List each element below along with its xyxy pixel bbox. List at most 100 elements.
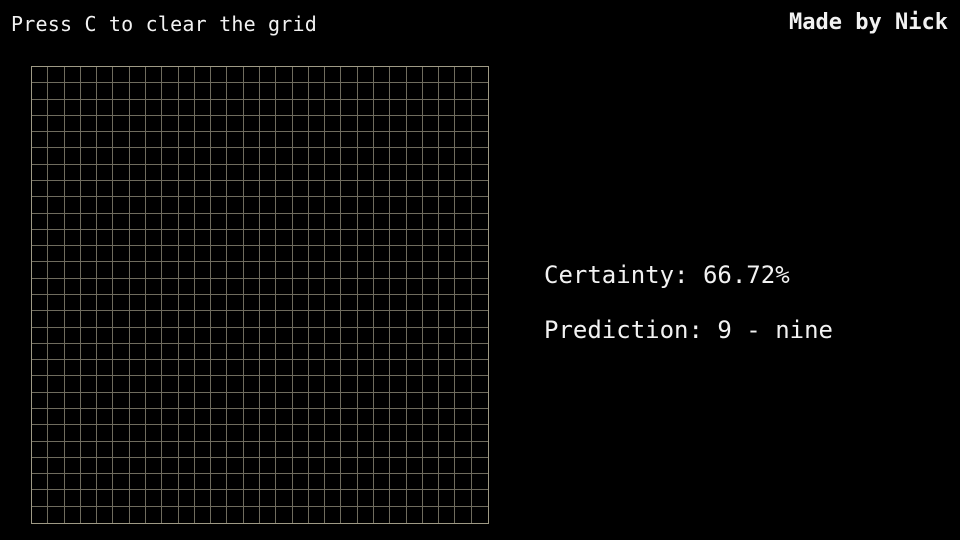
grid-cell[interactable] xyxy=(32,115,49,133)
grid-cell[interactable] xyxy=(178,278,195,295)
grid-cell[interactable] xyxy=(455,83,472,100)
grid-cell[interactable] xyxy=(455,409,472,426)
grid-cell[interactable] xyxy=(32,506,49,523)
grid-cell[interactable] xyxy=(211,311,228,328)
grid-cell[interactable] xyxy=(80,99,98,116)
grid-cell[interactable] xyxy=(471,164,488,181)
grid-cell[interactable] xyxy=(48,262,65,279)
grid-cell[interactable] xyxy=(292,506,309,523)
grid-cell[interactable] xyxy=(390,229,407,247)
grid-cell[interactable] xyxy=(374,164,391,181)
grid-cell[interactable] xyxy=(146,474,163,491)
grid-cell[interactable] xyxy=(325,181,342,198)
grid-cell[interactable] xyxy=(129,474,146,491)
grid-cell[interactable] xyxy=(32,311,49,328)
grid-cell[interactable] xyxy=(211,148,228,165)
grid-cell[interactable] xyxy=(455,148,472,165)
grid-cell[interactable] xyxy=(471,474,488,491)
grid-cell[interactable] xyxy=(64,441,81,458)
grid-cell[interactable] xyxy=(80,441,98,458)
grid-cell[interactable] xyxy=(292,392,309,409)
grid-cell[interactable] xyxy=(374,197,391,214)
grid-cell[interactable] xyxy=(194,392,212,409)
grid-cell[interactable] xyxy=(439,392,456,409)
grid-cell[interactable] xyxy=(455,246,472,263)
grid-cell[interactable] xyxy=(227,181,244,198)
grid-cell[interactable] xyxy=(276,213,293,230)
grid-cell[interactable] xyxy=(162,181,179,198)
grid-cell[interactable] xyxy=(357,164,374,181)
grid-cell[interactable] xyxy=(211,213,228,230)
grid-cell[interactable] xyxy=(194,132,212,149)
grid-cell[interactable] xyxy=(276,67,293,84)
grid-cell[interactable] xyxy=(325,343,342,361)
grid-cell[interactable] xyxy=(178,457,195,475)
grid-cell[interactable] xyxy=(439,148,456,165)
grid-cell[interactable] xyxy=(422,490,440,507)
grid-cell[interactable] xyxy=(97,229,114,247)
grid-cell[interactable] xyxy=(455,164,472,181)
grid-cell[interactable] xyxy=(48,506,65,523)
grid-cell[interactable] xyxy=(243,474,260,491)
grid-cell[interactable] xyxy=(178,262,195,279)
grid-cell[interactable] xyxy=(243,99,260,116)
grid-cell[interactable] xyxy=(276,262,293,279)
grid-cell[interactable] xyxy=(64,311,81,328)
grid-cell[interactable] xyxy=(455,67,472,84)
grid-cell[interactable] xyxy=(325,392,342,409)
grid-cell[interactable] xyxy=(32,213,49,230)
grid-cell[interactable] xyxy=(308,213,326,230)
grid-cell[interactable] xyxy=(308,457,326,475)
grid-cell[interactable] xyxy=(113,360,130,377)
grid-cell[interactable] xyxy=(243,343,260,361)
grid-cell[interactable] xyxy=(390,311,407,328)
grid-cell[interactable] xyxy=(48,441,65,458)
grid-cell[interactable] xyxy=(357,278,374,295)
grid-cell[interactable] xyxy=(276,115,293,133)
grid-cell[interactable] xyxy=(292,327,309,344)
grid-cell[interactable] xyxy=(113,246,130,263)
grid-cell[interactable] xyxy=(48,148,65,165)
grid-cell[interactable] xyxy=(471,295,488,312)
grid-cell[interactable] xyxy=(211,295,228,312)
grid-cell[interactable] xyxy=(471,262,488,279)
grid-cell[interactable] xyxy=(129,392,146,409)
grid-cell[interactable] xyxy=(341,164,358,181)
grid-cell[interactable] xyxy=(390,327,407,344)
grid-cell[interactable] xyxy=(292,262,309,279)
grid-cell[interactable] xyxy=(455,392,472,409)
grid-cell[interactable] xyxy=(455,295,472,312)
grid-cell[interactable] xyxy=(129,343,146,361)
grid-cell[interactable] xyxy=(194,311,212,328)
grid-cell[interactable] xyxy=(374,148,391,165)
grid-cell[interactable] xyxy=(455,278,472,295)
grid-cell[interactable] xyxy=(292,99,309,116)
grid-cell[interactable] xyxy=(162,506,179,523)
grid-cell[interactable] xyxy=(211,343,228,361)
grid-cell[interactable] xyxy=(97,164,114,181)
grid-cell[interactable] xyxy=(64,457,81,475)
grid-cell[interactable] xyxy=(64,148,81,165)
grid-cell[interactable] xyxy=(80,474,98,491)
grid-cell[interactable] xyxy=(455,197,472,214)
grid-cell[interactable] xyxy=(406,99,423,116)
grid-cell[interactable] xyxy=(260,474,277,491)
grid-cell[interactable] xyxy=(129,295,146,312)
grid-cell[interactable] xyxy=(194,490,212,507)
grid-cell[interactable] xyxy=(48,99,65,116)
grid-cell[interactable] xyxy=(260,457,277,475)
grid-cell[interactable] xyxy=(341,441,358,458)
grid-cell[interactable] xyxy=(439,327,456,344)
grid-cell[interactable] xyxy=(227,457,244,475)
grid-cell[interactable] xyxy=(97,262,114,279)
grid-cell[interactable] xyxy=(260,392,277,409)
grid-cell[interactable] xyxy=(422,213,440,230)
grid-cell[interactable] xyxy=(439,246,456,263)
grid-cell[interactable] xyxy=(260,295,277,312)
grid-cell[interactable] xyxy=(308,181,326,198)
grid-cell[interactable] xyxy=(178,148,195,165)
grid-cell[interactable] xyxy=(162,278,179,295)
grid-cell[interactable] xyxy=(308,474,326,491)
grid-cell[interactable] xyxy=(439,376,456,393)
grid-cell[interactable] xyxy=(439,441,456,458)
